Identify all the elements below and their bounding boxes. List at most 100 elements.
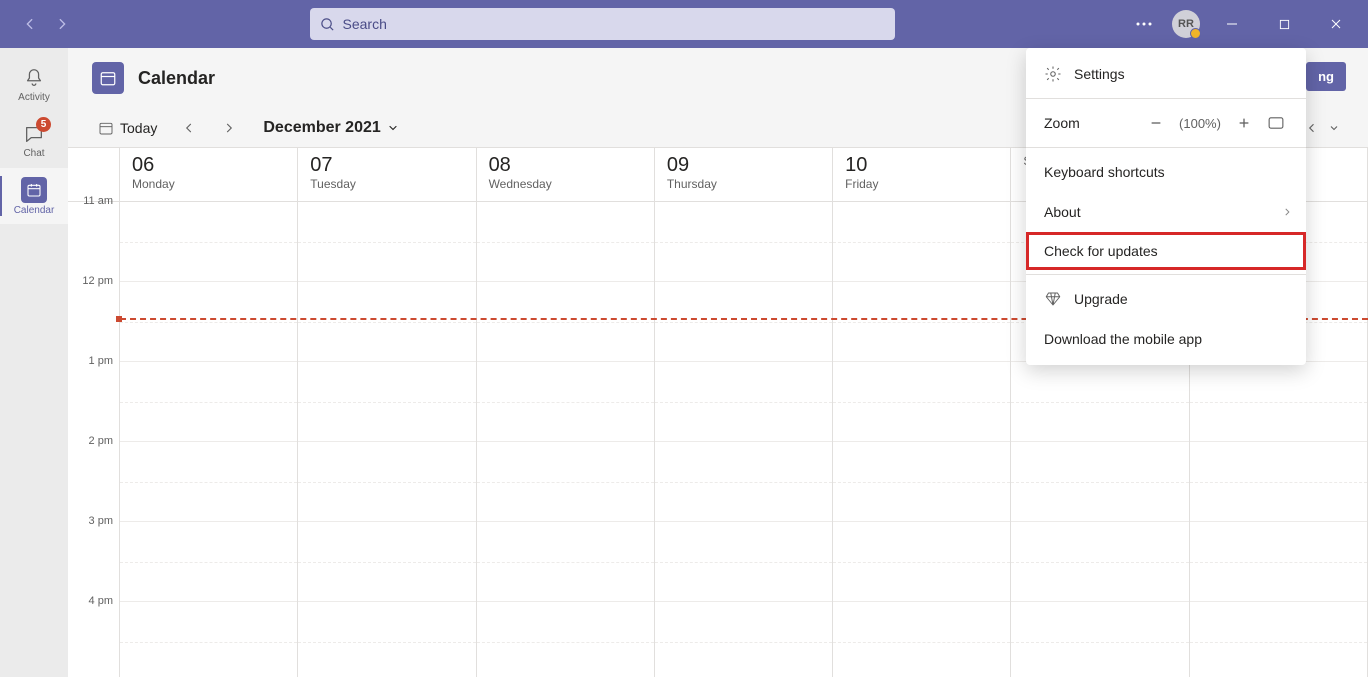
hour-cell[interactable] [298,282,475,362]
next-week-button[interactable] [215,114,243,142]
day-header: 06Monday [120,148,297,202]
hour-cell[interactable] [655,362,832,442]
maximize-button[interactable] [1264,8,1304,40]
month-picker[interactable]: December 2021 [263,119,398,137]
rail-calendar[interactable]: Calendar [0,168,68,224]
hour-cell[interactable] [833,362,1010,442]
hour-cell[interactable] [1011,522,1188,602]
menu-keyboard-shortcuts[interactable]: Keyboard shortcuts [1026,152,1306,192]
menu-upgrade[interactable]: Upgrade [1026,279,1306,319]
hour-cell[interactable] [655,522,832,602]
day-column[interactable]: 10Friday [833,148,1011,677]
hour-cell[interactable] [833,522,1010,602]
day-column[interactable]: 06Monday [120,148,298,677]
chevron-down-icon[interactable] [1328,122,1340,134]
hour-cell[interactable] [833,602,1010,677]
menu-label: Upgrade [1074,291,1128,307]
menu-download-mobile[interactable]: Download the mobile app [1026,319,1306,359]
day-number: 06 [132,154,285,177]
prev-week-button[interactable] [175,114,203,142]
menu-label: Check for updates [1044,243,1158,259]
zoom-in-button[interactable] [1232,111,1256,135]
hour-cell[interactable] [477,362,654,442]
hour-cell[interactable] [655,202,832,282]
day-column[interactable]: 08Wednesday [477,148,655,677]
hour-cell[interactable] [120,282,297,362]
hour-cell[interactable] [833,202,1010,282]
day-header: 09Thursday [655,148,832,202]
rail-activity[interactable]: Activity [0,56,68,112]
menu-label: Settings [1074,66,1125,82]
rail-label: Activity [18,92,50,103]
hour-cell[interactable] [298,202,475,282]
calendar-icon [21,177,47,203]
hour-cell[interactable] [833,282,1010,362]
time-label: 4 pm [68,602,119,677]
day-name: Friday [845,177,998,191]
menu-check-updates[interactable]: Check for updates [1026,232,1306,270]
search-input[interactable]: Search [310,8,895,40]
hour-cell[interactable] [298,602,475,677]
zoom-out-button[interactable] [1144,111,1168,135]
chat-badge: 5 [36,117,51,132]
chevron-left-icon[interactable] [1306,122,1318,134]
today-button[interactable]: Today [92,116,163,140]
new-meeting-button[interactable]: ng [1306,62,1346,91]
hour-cell[interactable] [1190,602,1367,677]
day-number: 07 [310,154,463,177]
hour-cell[interactable] [298,362,475,442]
more-button[interactable] [1128,18,1160,30]
hour-cell[interactable] [1190,362,1367,442]
calendar-header-icon [92,62,124,94]
hour-cell[interactable] [1011,602,1188,677]
menu-label: About [1044,204,1081,220]
hour-cell[interactable] [477,522,654,602]
bell-icon [22,66,46,90]
hour-cell[interactable] [1190,442,1367,522]
close-button[interactable] [1316,8,1356,40]
settings-menu: Settings Zoom (100%) Keyboard shortcuts … [1026,48,1306,365]
hour-cell[interactable] [1011,442,1188,522]
menu-zoom: Zoom (100%) [1026,103,1306,143]
avatar[interactable]: RR [1172,10,1200,38]
menu-label: Download the mobile app [1044,331,1202,347]
page-title: Calendar [138,68,215,89]
hour-cell[interactable] [477,202,654,282]
hour-cell[interactable] [477,442,654,522]
time-label: 11 am [68,202,119,282]
hour-cell[interactable] [833,442,1010,522]
menu-about[interactable]: About [1026,192,1306,232]
forward-button[interactable] [48,10,76,38]
hour-cell[interactable] [120,202,297,282]
hour-cell[interactable] [298,442,475,522]
month-label-text: December 2021 [263,119,380,137]
minimize-button[interactable] [1212,8,1252,40]
hour-cell[interactable] [655,442,832,522]
search-icon [320,17,335,32]
hour-cell[interactable] [477,282,654,362]
fullscreen-button[interactable] [1264,111,1288,135]
diamond-icon [1044,290,1062,308]
hour-cell[interactable] [655,602,832,677]
hour-cell[interactable] [120,442,297,522]
hour-cell[interactable] [298,522,475,602]
day-column[interactable]: 09Thursday [655,148,833,677]
day-number: 08 [489,154,642,177]
hour-cell[interactable] [655,282,832,362]
hour-cell[interactable] [1011,362,1188,442]
back-button[interactable] [16,10,44,38]
hour-cell[interactable] [120,362,297,442]
menu-settings[interactable]: Settings [1026,54,1306,94]
today-label: Today [120,120,157,136]
view-picker[interactable] [1306,122,1340,134]
time-label: 12 pm [68,282,119,362]
day-header: 07Tuesday [298,148,475,202]
hour-cell[interactable] [120,522,297,602]
hour-cell[interactable] [1190,522,1367,602]
day-number: 09 [667,154,820,177]
calendar-today-icon [98,120,114,136]
day-column[interactable]: 07Tuesday [298,148,476,677]
hour-cell[interactable] [477,602,654,677]
hour-cell[interactable] [120,602,297,677]
rail-chat[interactable]: 5 Chat [0,112,68,168]
